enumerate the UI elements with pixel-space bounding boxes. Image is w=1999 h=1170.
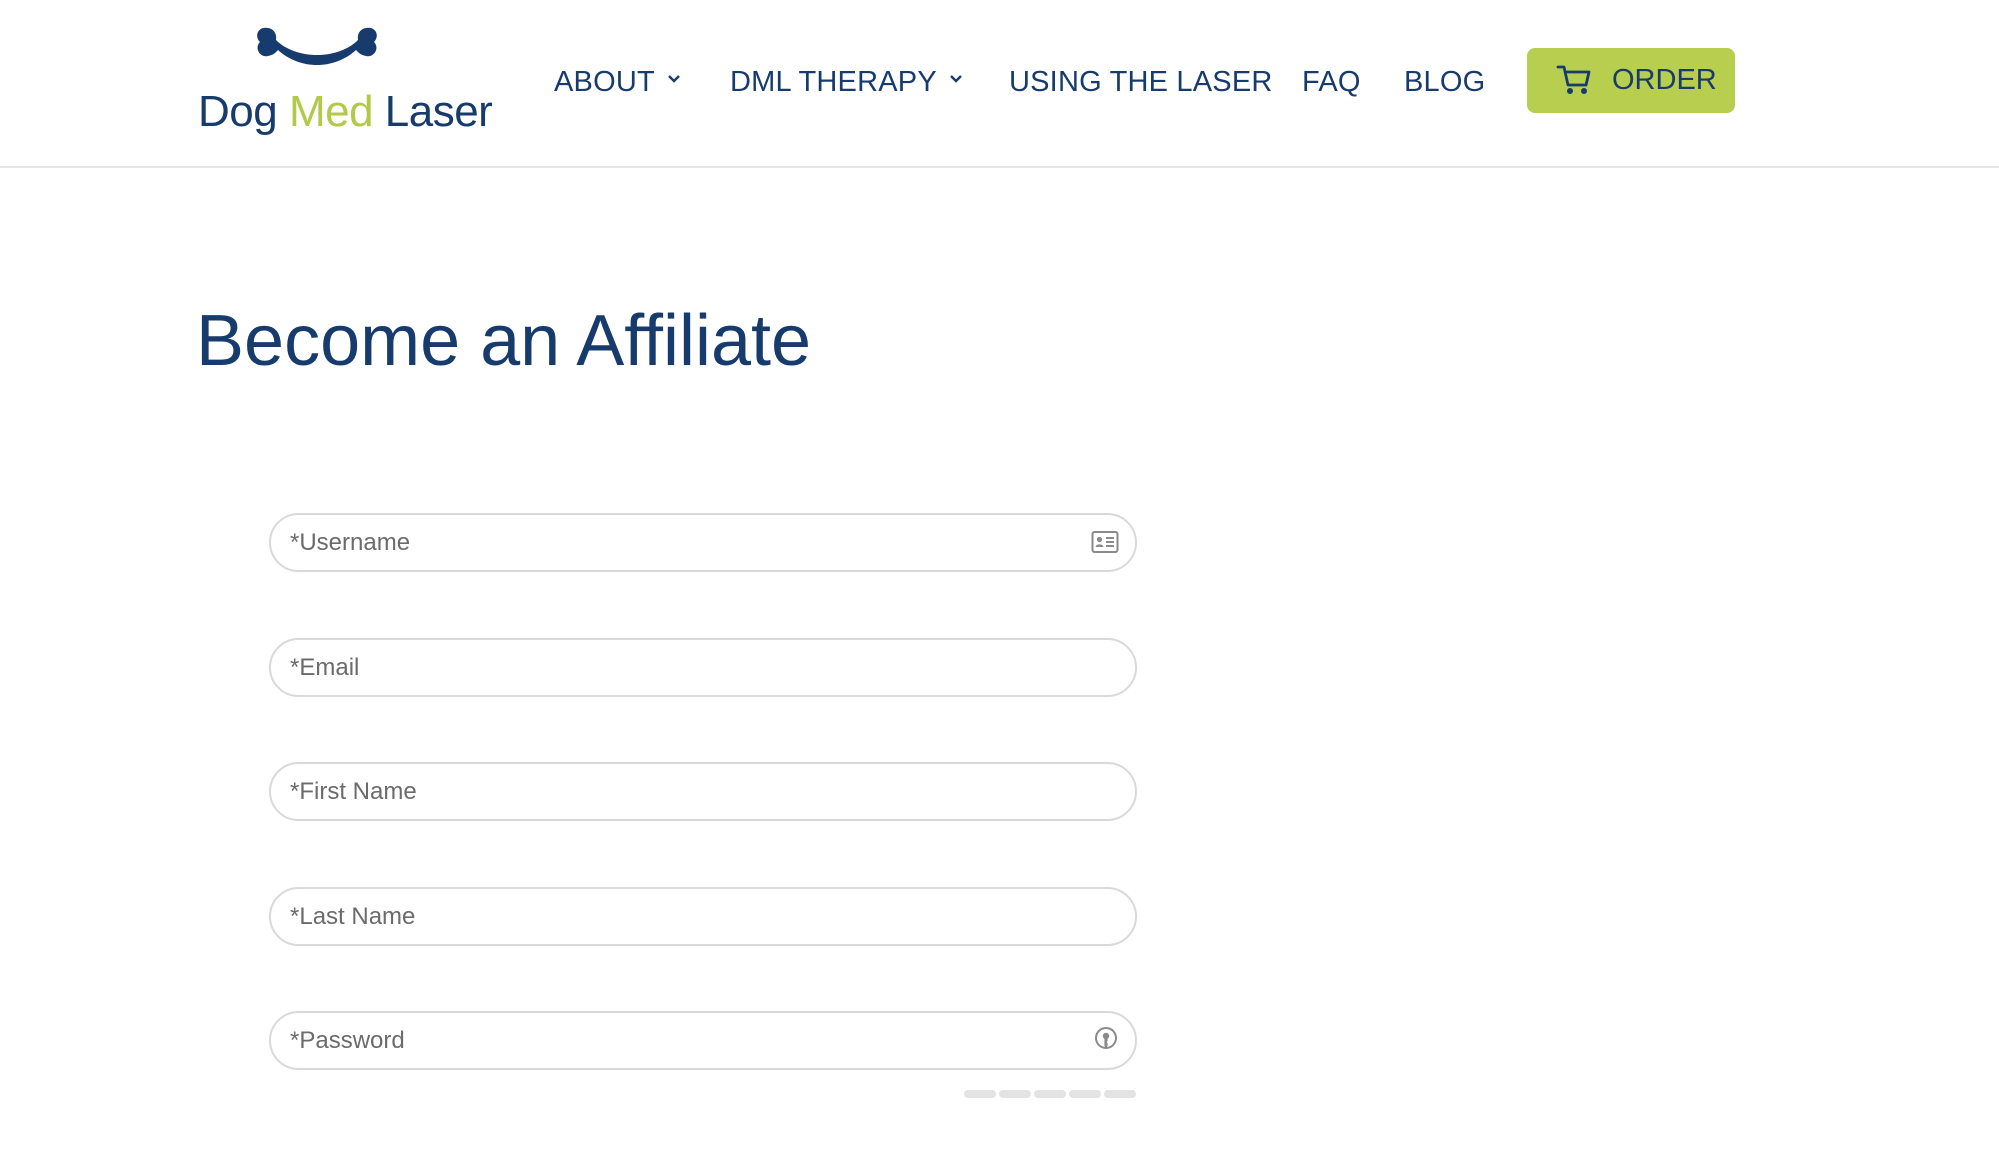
strength-segment [1034,1090,1066,1098]
nav-item-label: BLOG [1404,66,1486,98]
nav-item-label: FAQ [1302,66,1361,98]
username-input[interactable] [288,515,1078,570]
strength-segment [964,1090,996,1098]
main-nav: ABOUT DML THERAPY USING THE LASER FAQ BL… [0,0,1999,168]
page-title: Become an Affiliate [196,301,812,381]
first-name-input[interactable] [288,764,1078,819]
first-name-field [269,762,1137,821]
key-icon [1095,1027,1117,1049]
order-button-label: ORDER [1612,64,1717,96]
email-field [269,638,1137,697]
id-card-icon [1091,531,1119,553]
chevron-down-icon [668,75,680,84]
cart-icon [1556,65,1591,94]
nav-item-label: DML THERAPY [730,66,937,98]
last-name-input[interactable] [288,889,1078,944]
strength-segment [1104,1090,1136,1098]
nav-item-using-the-laser[interactable]: USING THE LASER [1009,60,1273,104]
nav-item-about[interactable]: ABOUT [554,60,681,104]
email-input[interactable] [288,640,1078,695]
nav-item-label: USING THE LASER [1009,66,1273,98]
nav-item-label: ABOUT [554,66,655,98]
nav-item-dml-therapy[interactable]: DML THERAPY [730,60,963,104]
username-field [269,513,1137,572]
chevron-down-icon [950,75,962,84]
site-header: Dog Med Laser ABOUT DML THERAPY USING TH… [0,0,1999,168]
order-button[interactable]: ORDER [1527,48,1735,113]
nav-item-blog[interactable]: BLOG [1404,60,1485,104]
strength-segment [999,1090,1031,1098]
last-name-field [269,887,1137,946]
password-field [269,1011,1137,1070]
password-strength-meter [964,1090,1136,1099]
strength-segment [1069,1090,1101,1098]
nav-item-faq[interactable]: FAQ [1302,60,1361,104]
password-input[interactable] [288,1013,1078,1068]
